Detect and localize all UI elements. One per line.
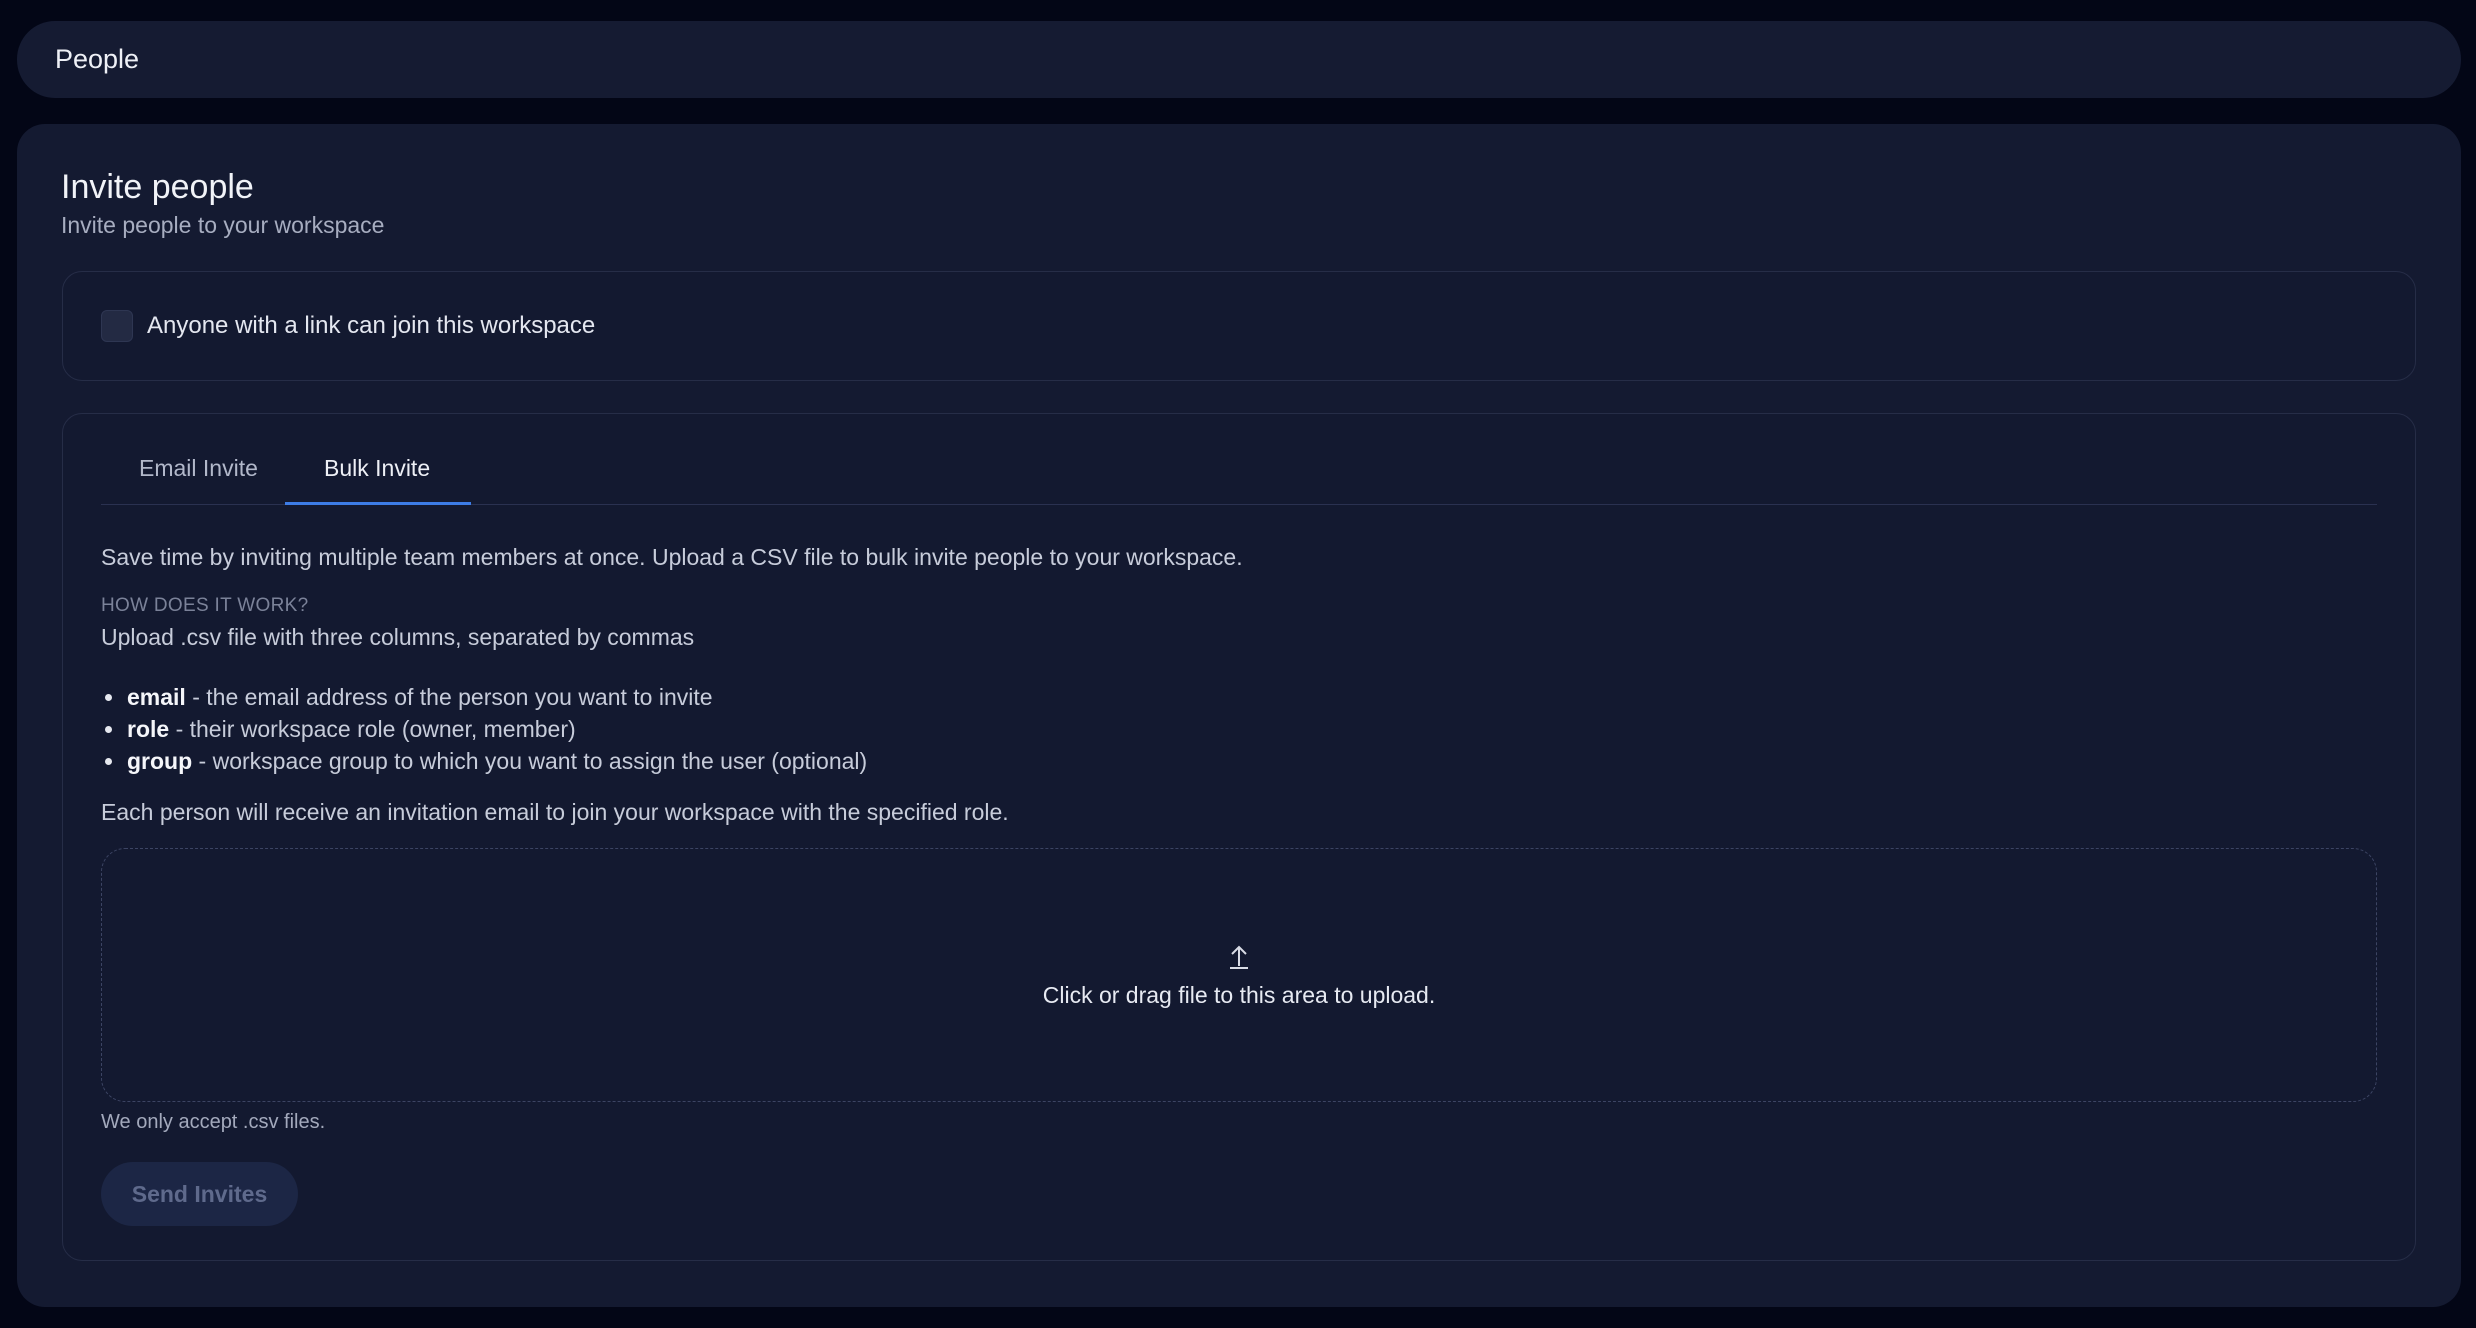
column-name: group xyxy=(127,748,193,774)
list-item: email - the email address of the person … xyxy=(104,681,867,713)
invite-tabs: Email Invite Bulk Invite xyxy=(101,414,2377,505)
invite-subtitle: Invite people to your workspace xyxy=(61,212,385,238)
csv-columns-list: email - the email address of the person … xyxy=(104,681,868,777)
column-description: - workspace group to which you want to a… xyxy=(192,748,868,774)
bulk-description: Save time by inviting multiple team memb… xyxy=(101,544,1243,570)
column-name: role xyxy=(127,716,170,742)
invitation-note: Each person will receive an invitation e… xyxy=(101,799,1009,825)
invite-title: Invite people xyxy=(61,168,254,206)
top-bar: People xyxy=(17,21,2461,98)
column-description: - their workspace role (owner, member) xyxy=(169,716,576,742)
link-join-label: Anyone with a link can join this workspa… xyxy=(147,312,596,339)
link-join-panel: Anyone with a link can join this workspa… xyxy=(62,271,2416,381)
active-tab-indicator xyxy=(285,502,471,505)
file-dropzone[interactable]: Click or drag file to this area to uploa… xyxy=(101,848,2377,1102)
list-item: group - workspace group to which you wan… xyxy=(104,745,868,777)
tab-email-invite[interactable]: Email Invite xyxy=(139,455,258,508)
page-title: People xyxy=(55,44,140,74)
invite-methods-panel: Email Invite Bulk Invite Save time by in… xyxy=(62,413,2416,1261)
column-name: email xyxy=(127,684,186,710)
upload-arrow-icon xyxy=(1230,945,1248,969)
tab-bulk-invite[interactable]: Bulk Invite xyxy=(324,455,430,508)
link-join-checkbox[interactable] xyxy=(101,310,133,342)
list-item: role - their workspace role (owner, memb… xyxy=(104,713,867,745)
how-it-works-heading: HOW DOES IT WORK? xyxy=(101,595,309,616)
invite-card: Invite people Invite people to your work… xyxy=(17,124,2461,1307)
link-join-toggle[interactable]: Anyone with a link can join this workspa… xyxy=(101,310,595,342)
dropzone-text: Click or drag file to this area to uploa… xyxy=(1042,981,1436,1008)
accepted-file-note: We only accept .csv files. xyxy=(101,1111,326,1133)
column-description: - the email address of the person you wa… xyxy=(185,684,713,710)
upload-instructions: Upload .csv file with three columns, sep… xyxy=(101,624,695,650)
send-invites-button[interactable]: Send Invites xyxy=(101,1162,298,1226)
